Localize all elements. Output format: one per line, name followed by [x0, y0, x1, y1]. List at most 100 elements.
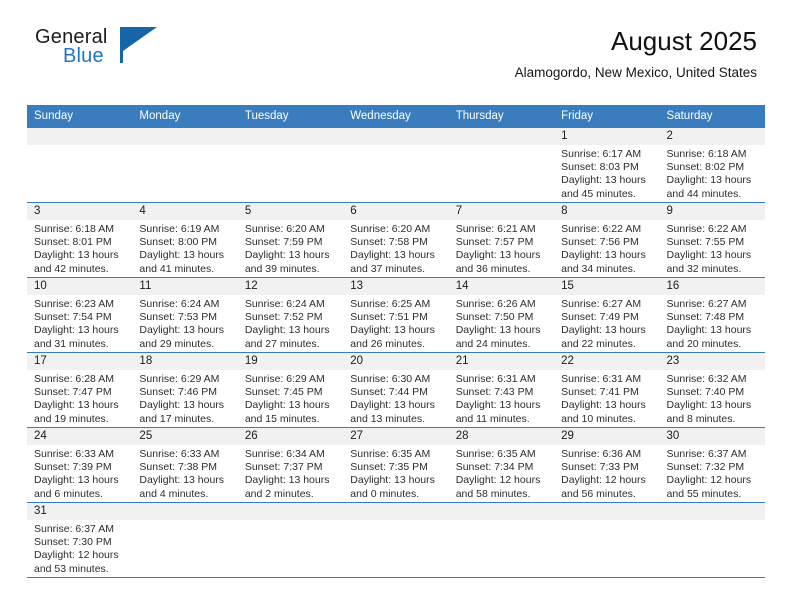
- detail-sunset: Sunset: 7:57 PM: [455, 236, 534, 249]
- day-number: 23: [659, 353, 765, 370]
- detail-daylight-2: and 56 minutes.: [561, 487, 636, 500]
- day-number: 5: [237, 203, 344, 220]
- detail-daylight-2: and 36 minutes.: [455, 262, 531, 275]
- day-number: 24: [27, 428, 133, 445]
- day-number: [237, 503, 344, 520]
- weekday-header-friday: Friday: [554, 105, 660, 128]
- calendar-day-cell[interactable]: 25 Sunrise: 6:33 AM Sunset: 7:38 PM Dayligh…: [132, 427, 238, 503]
- detail-sunrise: Sunrise: 6:20 AM: [244, 223, 325, 235]
- calendar-day-cell[interactable]: 20 Sunrise: 6:30 AM Sunset: 7:44 PM Dayligh…: [343, 352, 449, 428]
- day-number: 6: [343, 203, 449, 220]
- calendar-day-cell[interactable]: 27 Sunrise: 6:35 AM Sunset: 7:35 PM Dayligh…: [343, 427, 449, 503]
- detail-sunrise: Sunrise: 6:24 AM: [139, 298, 220, 310]
- calendar-day-cell[interactable]: 5 Sunrise: 6:20 AM Sunset: 7:59 PM Daylight…: [237, 202, 344, 278]
- day-details: Sunrise: 6:19 AM Sunset: 8:00 PM Daylight:…: [132, 220, 237, 276]
- day-details: Sunrise: 6:20 AM Sunset: 7:59 PM Daylight:…: [238, 220, 343, 276]
- calendar-day-cell[interactable]: 8 Sunrise: 6:22 AM Sunset: 7:56 PM Daylight…: [554, 202, 660, 278]
- day-details: Sunrise: 6:28 AM Sunset: 7:47 PM Daylight:…: [27, 370, 132, 426]
- day-number: [343, 503, 449, 520]
- calendar-day-cell[interactable]: 1 Sunrise: 6:17 AM Sunset: 8:03 PM Daylight…: [554, 127, 660, 203]
- day-cell-inner: 20 Sunrise: 6:30 AM Sunset: 7:44 PM Dayligh…: [343, 353, 449, 427]
- detail-daylight-2: and 11 minutes.: [455, 412, 530, 425]
- day-cell-inner: 7 Sunrise: 6:21 AM Sunset: 7:57 PM Daylight…: [448, 203, 555, 277]
- detail-daylight-1: Daylight: 13 hours: [139, 249, 225, 262]
- sunrise-sunset-calendar: Sunday Monday Tuesday Wednesday Thursday…: [27, 105, 765, 578]
- detail-sunset: Sunset: 7:32 PM: [666, 461, 745, 474]
- detail-daylight-1: Daylight: 13 hours: [350, 399, 435, 412]
- calendar-cell-empty: [132, 127, 238, 203]
- calendar-day-cell[interactable]: 23 Sunrise: 6:32 AM Sunset: 7:40 PM Dayligh…: [659, 352, 765, 428]
- calendar-cell-empty: [132, 502, 238, 578]
- day-cell-inner: [27, 128, 133, 202]
- calendar-day-cell[interactable]: 18 Sunrise: 6:29 AM Sunset: 7:46 PM Dayligh…: [132, 352, 238, 428]
- day-details: Sunrise: 6:31 AM Sunset: 7:41 PM Daylight:…: [554, 370, 659, 426]
- detail-daylight-2: and 37 minutes.: [350, 262, 425, 275]
- day-number: [27, 128, 133, 145]
- day-details: Sunrise: 6:25 AM Sunset: 7:51 PM Daylight:…: [343, 295, 448, 351]
- detail-daylight-1: Daylight: 13 hours: [350, 249, 435, 262]
- calendar-day-cell[interactable]: 28 Sunrise: 6:35 AM Sunset: 7:34 PM Dayligh…: [448, 427, 555, 503]
- calendar-day-cell[interactable]: 7 Sunrise: 6:21 AM Sunset: 7:57 PM Daylight…: [448, 202, 555, 278]
- detail-daylight-1: Daylight: 13 hours: [666, 324, 752, 337]
- detail-daylight-2: and 58 minutes.: [455, 487, 531, 500]
- detail-daylight-1: Daylight: 13 hours: [561, 399, 646, 412]
- calendar-day-cell[interactable]: 14 Sunrise: 6:26 AM Sunset: 7:50 PM Dayligh…: [448, 277, 555, 353]
- detail-daylight-2: and 32 minutes.: [666, 262, 742, 275]
- day-details: Sunrise: 6:27 AM Sunset: 7:49 PM Daylight:…: [554, 295, 659, 351]
- detail-sunset: Sunset: 7:52 PM: [244, 311, 323, 324]
- calendar-day-cell[interactable]: 26 Sunrise: 6:34 AM Sunset: 7:37 PM Dayligh…: [237, 427, 344, 503]
- day-number: 21: [448, 353, 555, 370]
- day-details: Sunrise: 6:26 AM Sunset: 7:50 PM Daylight:…: [449, 295, 554, 351]
- day-number: 20: [343, 353, 449, 370]
- day-details: Sunrise: 6:33 AM Sunset: 7:39 PM Daylight:…: [27, 445, 132, 501]
- day-details: Sunrise: 6:29 AM Sunset: 7:45 PM Daylight:…: [238, 370, 343, 426]
- detail-sunset: Sunset: 7:50 PM: [455, 311, 534, 324]
- calendar-day-cell[interactable]: 10 Sunrise: 6:23 AM Sunset: 7:54 PM Dayligh…: [27, 277, 133, 353]
- detail-daylight-1: Daylight: 12 hours: [666, 474, 752, 487]
- calendar-day-cell[interactable]: 17 Sunrise: 6:28 AM Sunset: 7:47 PM Dayligh…: [27, 352, 133, 428]
- detail-sunset: Sunset: 7:40 PM: [666, 386, 745, 399]
- calendar-day-cell[interactable]: 21 Sunrise: 6:31 AM Sunset: 7:43 PM Dayligh…: [448, 352, 555, 428]
- detail-sunrise: Sunrise: 6:22 AM: [561, 223, 642, 235]
- calendar-day-cell[interactable]: 6 Sunrise: 6:20 AM Sunset: 7:58 PM Daylight…: [343, 202, 449, 278]
- day-cell-inner: 24 Sunrise: 6:33 AM Sunset: 7:39 PM Dayligh…: [27, 428, 133, 502]
- day-cell-inner: 21 Sunrise: 6:31 AM Sunset: 7:43 PM Dayligh…: [448, 353, 555, 427]
- detail-daylight-1: Daylight: 13 hours: [244, 474, 330, 487]
- detail-sunset: Sunset: 7:46 PM: [139, 386, 218, 399]
- calendar-day-cell[interactable]: 3 Sunrise: 6:18 AM Sunset: 8:01 PM Daylight…: [27, 202, 133, 278]
- detail-sunrise: Sunrise: 6:19 AM: [139, 223, 220, 235]
- day-details: Sunrise: 6:18 AM Sunset: 8:02 PM Daylight:…: [660, 145, 765, 201]
- page-subtitle: Alamogordo, New Mexico, United States: [514, 65, 757, 80]
- calendar-day-cell[interactable]: 31 Sunrise: 6:37 AM Sunset: 7:30 PM Dayligh…: [27, 502, 133, 578]
- day-number: 28: [448, 428, 555, 445]
- day-cell-inner: 30 Sunrise: 6:37 AM Sunset: 7:32 PM Dayligh…: [659, 428, 765, 502]
- general-blue-logo[interactable]: General Blue: [35, 26, 165, 74]
- calendar-day-cell[interactable]: 13 Sunrise: 6:25 AM Sunset: 7:51 PM Dayligh…: [343, 277, 449, 353]
- calendar-cell-empty: [237, 127, 344, 203]
- calendar-day-cell[interactable]: 2 Sunrise: 6:18 AM Sunset: 8:02 PM Daylight…: [659, 127, 765, 203]
- calendar-day-cell[interactable]: 30 Sunrise: 6:37 AM Sunset: 7:32 PM Dayligh…: [659, 427, 765, 503]
- calendar-day-cell[interactable]: 11 Sunrise: 6:24 AM Sunset: 7:53 PM Dayligh…: [132, 277, 238, 353]
- calendar-day-cell[interactable]: 4 Sunrise: 6:19 AM Sunset: 8:00 PM Daylight…: [132, 202, 238, 278]
- calendar-day-cell[interactable]: 16 Sunrise: 6:27 AM Sunset: 7:48 PM Dayligh…: [659, 277, 765, 353]
- detail-sunset: Sunset: 7:53 PM: [139, 311, 218, 324]
- day-cell-inner: 1 Sunrise: 6:17 AM Sunset: 8:03 PM Daylight…: [554, 128, 660, 202]
- detail-sunset: Sunset: 7:45 PM: [244, 386, 323, 399]
- detail-daylight-2: and 34 minutes.: [561, 262, 636, 275]
- calendar-day-cell[interactable]: 12 Sunrise: 6:24 AM Sunset: 7:52 PM Dayligh…: [237, 277, 344, 353]
- day-cell-inner: 11 Sunrise: 6:24 AM Sunset: 7:53 PM Dayligh…: [132, 278, 238, 352]
- day-details: Sunrise: 6:30 AM Sunset: 7:44 PM Daylight:…: [343, 370, 448, 426]
- detail-daylight-2: and 27 minutes.: [244, 337, 320, 350]
- calendar-day-cell[interactable]: 29 Sunrise: 6:36 AM Sunset: 7:33 PM Dayligh…: [554, 427, 660, 503]
- day-cell-inner: [343, 128, 449, 202]
- calendar-day-cell[interactable]: 9 Sunrise: 6:22 AM Sunset: 7:55 PM Daylight…: [659, 202, 765, 278]
- day-cell-inner: [659, 503, 765, 577]
- calendar-day-cell[interactable]: 22 Sunrise: 6:31 AM Sunset: 7:41 PM Dayligh…: [554, 352, 660, 428]
- calendar-day-cell[interactable]: 24 Sunrise: 6:33 AM Sunset: 7:39 PM Dayligh…: [27, 427, 133, 503]
- detail-daylight-2: and 26 minutes.: [350, 337, 425, 350]
- day-cell-inner: 16 Sunrise: 6:27 AM Sunset: 7:48 PM Dayligh…: [659, 278, 765, 352]
- detail-sunset: Sunset: 7:35 PM: [350, 461, 428, 474]
- detail-sunrise: Sunrise: 6:22 AM: [666, 223, 747, 235]
- calendar-day-cell[interactable]: 19 Sunrise: 6:29 AM Sunset: 7:45 PM Dayligh…: [237, 352, 344, 428]
- calendar-day-cell[interactable]: 15 Sunrise: 6:27 AM Sunset: 7:49 PM Dayligh…: [554, 277, 660, 353]
